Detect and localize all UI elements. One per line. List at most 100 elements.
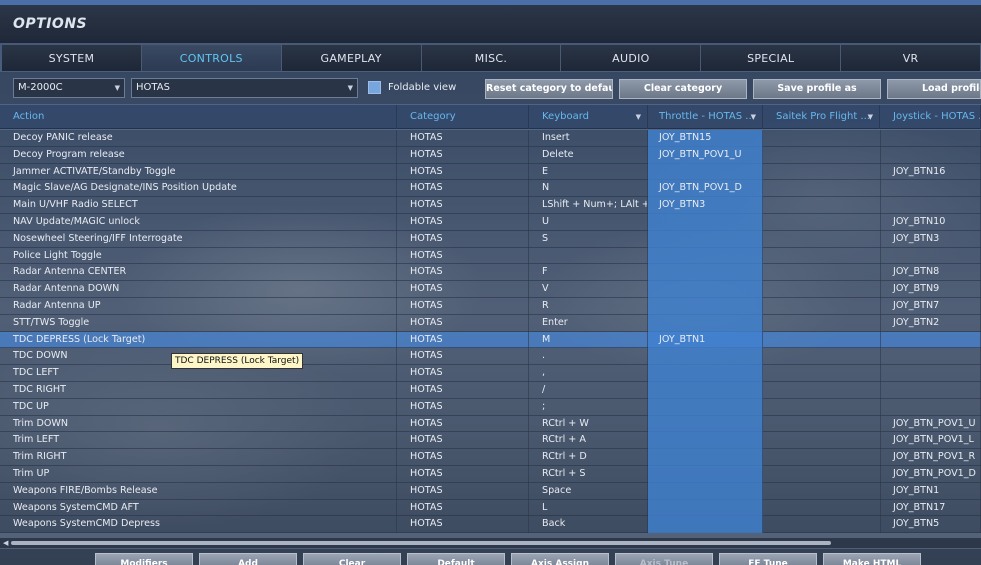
table-row[interactable]: TDC RIGHT HOTAS / [0,382,981,399]
cell-saitek[interactable] [765,264,881,282]
cell-action[interactable]: TDC DEPRESS (Lock Target) [7,331,397,349]
cell-joystick[interactable] [887,365,981,382]
cell-action[interactable]: Magic Slave/AG Designate/INS Position Up… [7,180,397,198]
cell-action[interactable]: Trim DOWN [7,415,397,433]
table-row[interactable]: Decoy Program release HOTAS Delete JOY_BTN_… [0,146,981,164]
cell-saitek[interactable] [765,281,881,298]
cell-category[interactable]: HOTAS [404,482,529,500]
clear-button[interactable]: Clear [303,553,401,565]
cell-category[interactable]: HOTAS [404,382,529,399]
cell-action[interactable]: Main U/VHF Radio SELECT [7,197,397,214]
table-row[interactable]: Trim RIGHT HOTAS RCtrl + D JOY_BTN_POV1_R [0,449,981,466]
default-button[interactable]: Default [407,553,505,565]
cell-keyboard[interactable]: U [536,214,648,231]
cell-action[interactable]: NAV Update/MAGIC unlock [7,214,397,231]
cell-saitek[interactable] [765,247,881,265]
cell-saitek[interactable] [765,482,881,500]
cell-category[interactable]: HOTAS [404,247,529,265]
cell-keyboard[interactable]: L [536,499,648,517]
cell-keyboard[interactable]: RCtrl + W [536,415,648,433]
table-row[interactable]: TDC DOWN HOTAS. [0,348,981,366]
cell-keyboard[interactable]: Space [536,482,648,500]
cell-joystick[interactable]: JOY_BTN3 [887,230,981,248]
cell-joystick[interactable] [887,398,981,416]
column-header-category[interactable]: Category [404,105,529,129]
cell-joystick[interactable]: JOY_BTN9 [887,281,981,298]
cell-throttle[interactable] [648,365,763,382]
cell-joystick[interactable]: JOY_BTN10 [887,214,981,231]
cell-keyboard[interactable]: RCtrl + A [536,432,648,450]
cell-keyboard[interactable]: RCtrl + S [536,466,648,483]
cell-throttle[interactable] [648,382,763,399]
aircraft-select[interactable]: M-2000C ▼ [13,78,125,98]
cell-throttle[interactable] [648,163,763,181]
cell-action[interactable]: TDC RIGHT [7,382,397,399]
cell-category[interactable]: HOTAS [404,146,529,164]
cell-category[interactable]: HOTAS [404,281,529,298]
cell-saitek[interactable] [765,348,881,366]
clear-category-button[interactable]: Clear category [619,79,747,99]
cell-throttle[interactable] [648,230,763,248]
cell-keyboard[interactable]: Delete [536,146,648,164]
cell-category[interactable]: HOTAS [404,264,529,282]
table-row[interactable]: Radar Antenna DOWN HOTAS V JOY_BTN9 [0,281,981,298]
cell-category[interactable]: HOTAS [404,415,529,433]
cell-keyboard[interactable]: V [536,281,648,298]
cell-keyboard[interactable]: Back [536,516,648,534]
table-row[interactable]: Trim UP HOTAS RCtrl + S JOY_BTN_POV1_D [0,466,981,483]
load-profile-button[interactable]: Load profile [887,79,981,99]
cell-saitek[interactable] [765,214,881,231]
table-row[interactable]: NAV Update/MAGIC unlock HOTAS U JOY_BTN10 [0,214,981,231]
cell-joystick[interactable]: JOY_BTN_POV1_L [887,432,981,450]
cell-joystick[interactable] [887,247,981,265]
column-header-saitek[interactable]: Saitek Pro Flight ... ▼ [770,105,880,129]
cell-category[interactable]: HOTAS [404,130,529,147]
tab-controls[interactable]: CONTROLS [141,44,282,71]
cell-keyboard[interactable]: S [536,230,648,248]
cell-throttle[interactable] [648,281,763,298]
arrow-left-icon[interactable]: ◀ [3,538,8,548]
cell-throttle[interactable] [648,516,763,534]
add-button[interactable]: Add [199,553,297,565]
cell-saitek[interactable] [765,516,881,534]
cell-saitek[interactable] [765,382,881,399]
make-html-button[interactable]: Make HTML [823,553,921,565]
cell-category[interactable]: HOTAS [404,214,529,231]
tab-audio[interactable]: AUDIO [561,44,702,71]
cell-throttle[interactable] [648,264,763,282]
save-profile-button[interactable]: Save profile as [753,79,881,99]
modifiers-button[interactable]: Modifiers [95,553,193,565]
cell-saitek[interactable] [765,432,881,450]
cell-throttle[interactable] [648,398,763,416]
table-row[interactable]: Decoy PANIC release HOTAS Insert JOY_BTN15 [0,130,981,147]
cell-keyboard[interactable]: Enter [536,314,648,332]
cell-category[interactable]: HOTAS [404,499,529,517]
cell-joystick[interactable]: JOY_BTN17 [887,499,981,517]
cell-throttle[interactable] [648,247,763,265]
cell-joystick[interactable] [887,146,981,164]
cell-action[interactable]: Nosewheel Steering/IFF Interrogate [7,230,397,248]
cell-action[interactable]: Radar Antenna UP [7,298,397,315]
cell-joystick[interactable]: JOY_BTN_POV1_U [887,415,981,433]
table-row[interactable]: Radar Antenna CENTER HOTAS F JOY_BTN8 [0,264,981,282]
cell-saitek[interactable] [765,415,881,433]
column-header-joystick[interactable]: Joystick - HOTAS ... [887,105,981,129]
table-row[interactable]: Weapons SystemCMD AFT HOTAS L JOY_BTN17 [0,499,981,517]
cell-joystick[interactable] [887,180,981,198]
cell-throttle[interactable] [648,214,763,231]
cell-throttle[interactable] [648,415,763,433]
cell-action[interactable]: Weapons SystemCMD AFT [7,499,397,517]
column-header-throttle[interactable]: Throttle - HOTAS ... ▼ [653,105,763,129]
cell-saitek[interactable] [765,331,881,349]
cell-joystick[interactable]: JOY_BTN8 [887,264,981,282]
cell-saitek[interactable] [765,230,881,248]
cell-category[interactable]: HOTAS [404,230,529,248]
cell-keyboard[interactable]: F [536,264,648,282]
cell-saitek[interactable] [765,197,881,214]
cell-throttle[interactable]: JOY_BTN_POV1_U [648,146,763,164]
cell-action[interactable]: Police Light Toggle [7,247,397,265]
cell-keyboard[interactable]: RCtrl + D [536,449,648,466]
table-row[interactable]: Trim LEFT HOTAS RCtrl + A JOY_BTN_POV1_L [0,432,981,450]
cell-throttle[interactable] [648,298,763,315]
cell-throttle[interactable] [648,449,763,466]
